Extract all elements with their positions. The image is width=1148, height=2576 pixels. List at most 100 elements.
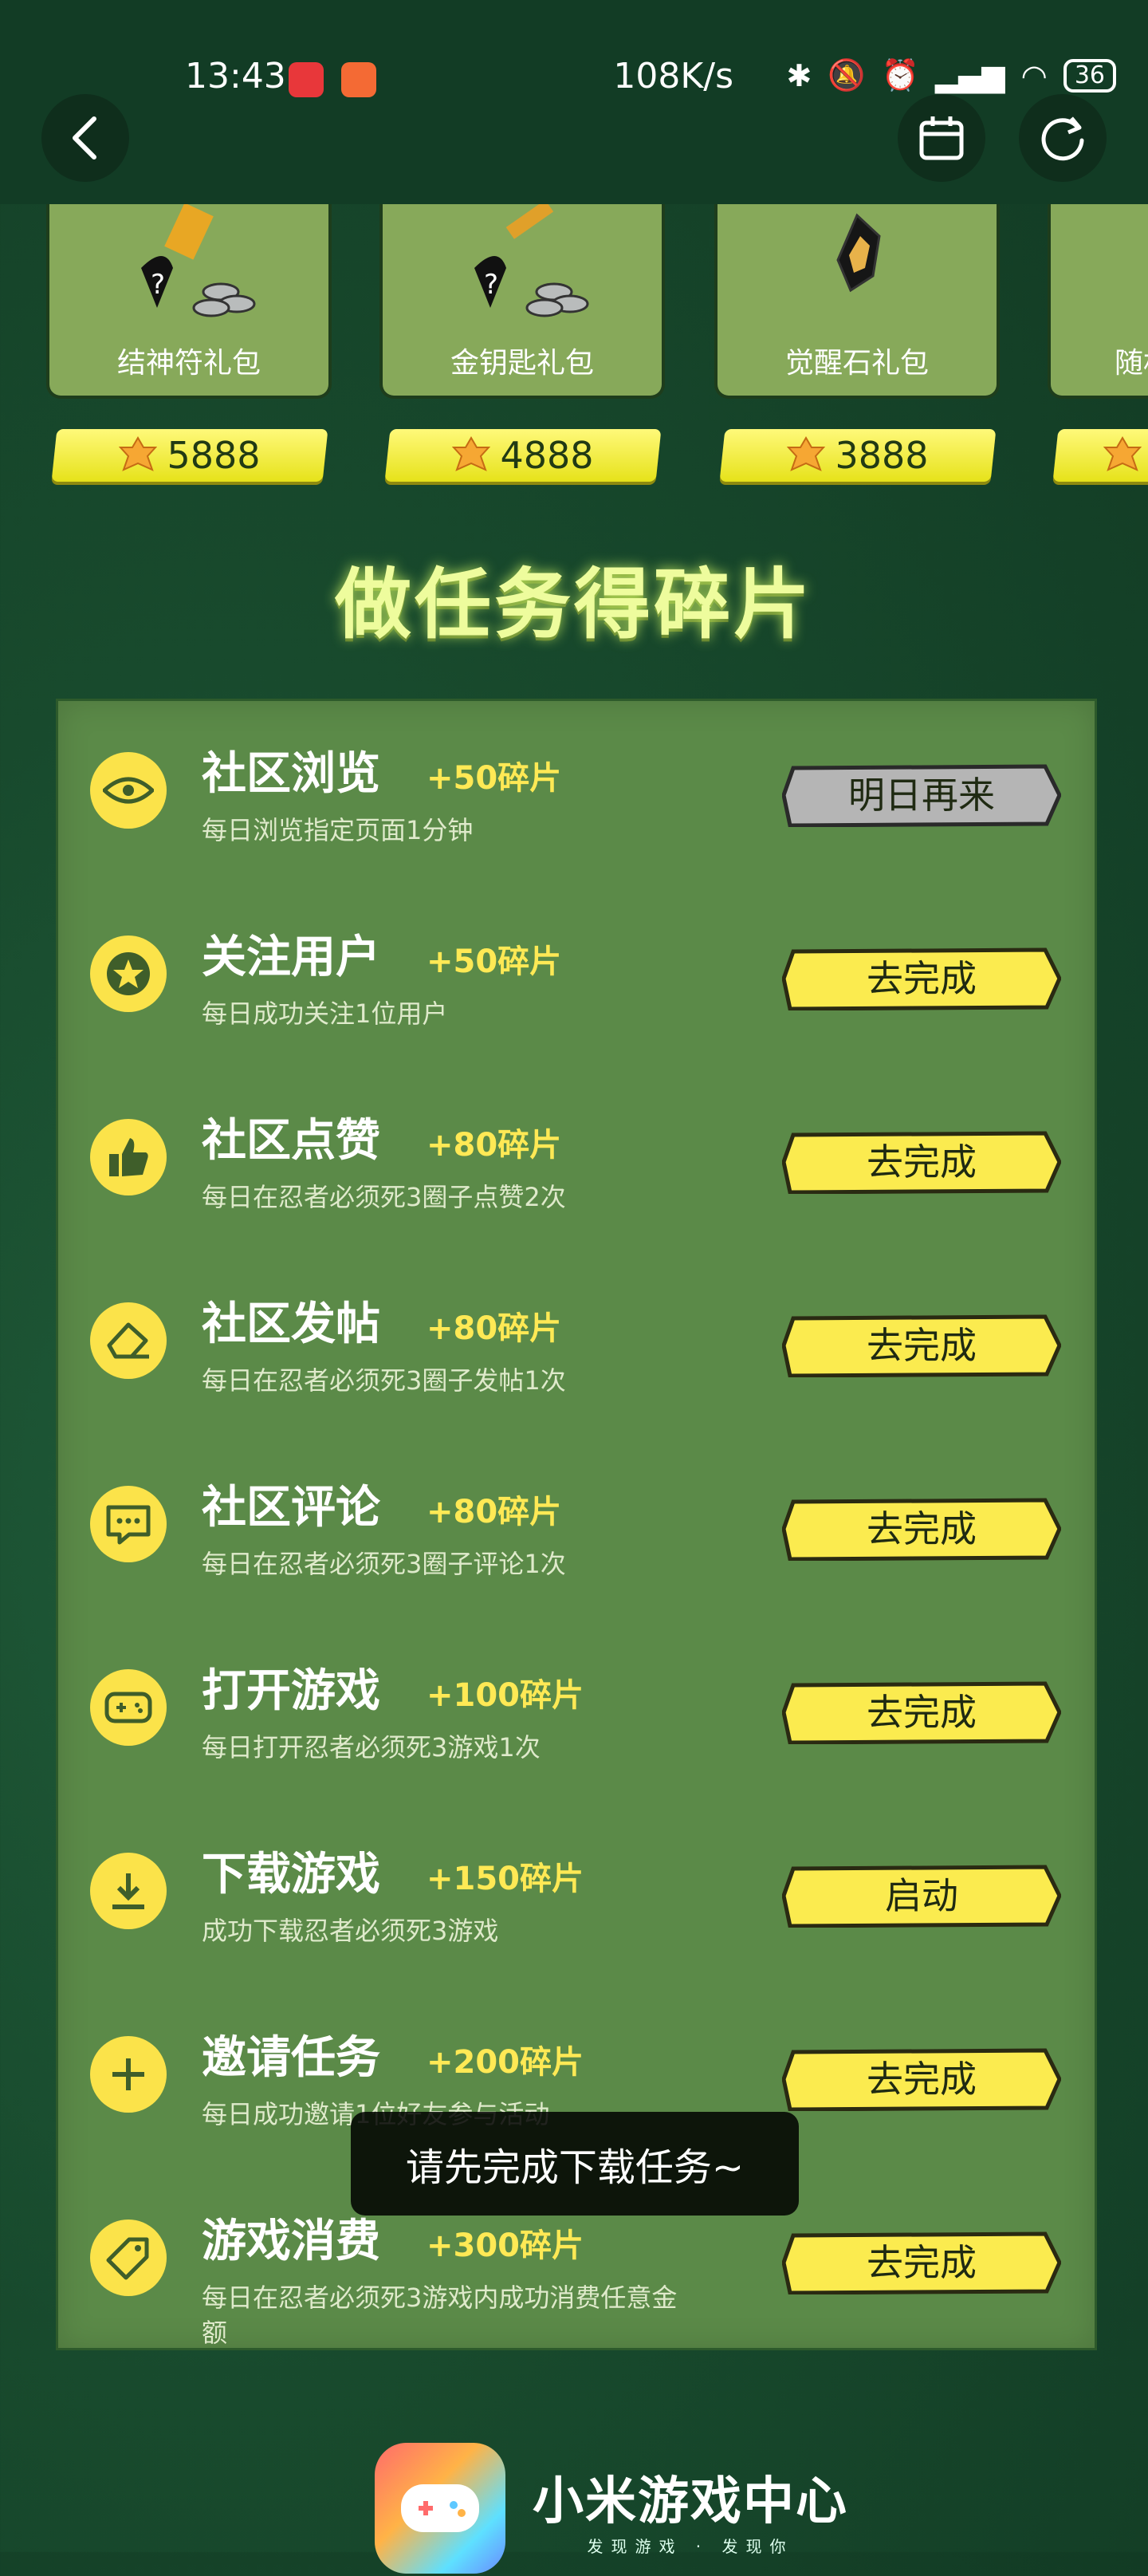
fragment-icon <box>119 436 158 471</box>
task-reward: +80碎片 <box>427 1127 562 1164</box>
task-action-button[interactable]: 去完成 <box>782 1497 1061 1561</box>
task-reward: +100碎片 <box>427 1677 584 1714</box>
task-row: 社区评论 +80碎片 每日在忍者必须死3圈子评论1次 去完成 <box>58 1435 1095 1618</box>
task-action-label: 去完成 <box>867 2241 977 2284</box>
gift-price: 3888 <box>835 434 929 477</box>
task-title: 邀请任务 <box>202 2032 380 2084</box>
chevron-left-icon <box>73 116 96 160</box>
gift-name: 随机礼包 <box>1115 347 1148 380</box>
task-action-label: 去完成 <box>867 1691 977 1734</box>
task-action-button[interactable]: 去完成 <box>782 1680 1061 1744</box>
task-description: 每日打开忍者必须死3游戏1次 <box>202 1732 541 1763</box>
eraser-icon <box>90 1302 167 1379</box>
task-row: 打开游戏 +100碎片 每日打开忍者必须死3游戏1次 去完成 <box>58 1618 1095 1802</box>
download-icon <box>90 1853 167 1929</box>
task-action-label: 启动 <box>885 1874 958 1917</box>
task-action-label: 去完成 <box>867 1507 977 1550</box>
task-description: 每日在忍者必须死3圈子评论1次 <box>202 1549 566 1579</box>
task-description: 每日在忍者必须死3游戏内成功消费任意金额 <box>202 2283 678 2348</box>
task-row: 社区浏览 +50碎片 每日浏览指定页面1分钟 明日再来 <box>58 701 1095 884</box>
status-bar: 13:43 108K/s ✱ 🔕 ⏰ ▂▄▆ ◠ 36 <box>0 48 1148 112</box>
calendar-icon <box>919 116 964 160</box>
status-time: 13:43 <box>185 56 286 97</box>
gift-price-tag: 2888 <box>1052 429 1148 482</box>
task-title: 下载游戏 <box>202 1849 380 1900</box>
battery-indicator: 36 <box>1063 58 1116 93</box>
task-reward: +300碎片 <box>427 2227 584 2264</box>
toast-message: 请先完成下载任务~ <box>351 2112 799 2216</box>
gift-item[interactable]: ? 结神符礼包 5888 <box>46 204 332 482</box>
mute-icon: 🔕 <box>828 57 866 93</box>
top-bar: 13:43 108K/s ✱ 🔕 ⏰ ▂▄▆ ◠ 36 <box>0 0 1148 204</box>
task-panel: 社区浏览 +50碎片 每日浏览指定页面1分钟 明日再来 关注用户 +50碎片 每… <box>56 699 1097 2350</box>
task-reward: +80碎片 <box>427 1310 562 1347</box>
task-action-button[interactable]: 去完成 <box>782 947 1061 1010</box>
tag-icon <box>90 2220 167 2296</box>
gift-item[interactable]: 随机礼包 2888 <box>1048 204 1148 482</box>
refresh-icon <box>1041 116 1084 161</box>
brand-slogan: 发现游戏 · 发现你 <box>587 2536 794 2556</box>
gift-name: 觉醒石礼包 <box>784 347 929 380</box>
gift-item[interactable]: 觉醒石礼包 3888 <box>714 204 1000 482</box>
task-description: 每日在忍者必须死3圈子点赞2次 <box>202 1182 566 1212</box>
plus-icon <box>90 2036 167 2113</box>
netease-app-icon <box>289 62 324 97</box>
gift-price: 5888 <box>167 434 261 477</box>
gift-price: 4888 <box>500 434 594 477</box>
gift-name: 金钥匙礼包 <box>450 347 594 380</box>
task-action-label: 明日再来 <box>848 774 995 817</box>
calendar-button[interactable] <box>898 94 985 182</box>
task-title: 社区点赞 <box>202 1115 380 1167</box>
task-action-button[interactable]: 明日再来 <box>782 763 1061 827</box>
gift-name: 结神符礼包 <box>116 347 261 380</box>
task-action-label: 去完成 <box>867 957 977 1000</box>
signal-icon: ▂▄▆ <box>934 57 1005 93</box>
task-row: 下载游戏 +150碎片 成功下载忍者必须死3游戏 启动 <box>58 1802 1095 1985</box>
task-description: 成功下载忍者必须死3游戏 <box>202 1916 499 1946</box>
task-action-label: 去完成 <box>867 1140 977 1184</box>
bluetooth-icon: ✱ <box>786 57 812 93</box>
thumbs-up-icon <box>90 1119 167 1195</box>
task-row: 社区发帖 +80碎片 每日在忍者必须死3圈子发帖1次 去完成 <box>58 1251 1095 1435</box>
task-reward: +200碎片 <box>427 2044 584 2081</box>
gift-image-icon: ? <box>141 204 256 317</box>
gift-item[interactable]: ? 金钥匙礼包 4888 <box>379 204 665 482</box>
fragment-icon <box>452 436 491 471</box>
task-action-label: 去完成 <box>867 1324 977 1367</box>
task-reward: +50碎片 <box>427 943 562 980</box>
task-description: 每日浏览指定页面1分钟 <box>202 815 474 845</box>
task-description: 每日成功关注1位用户 <box>202 998 448 1029</box>
task-action-label: 去完成 <box>867 2058 977 2101</box>
task-action-button[interactable]: 去完成 <box>782 1130 1061 1194</box>
gift-carousel[interactable]: ? 结神符礼包 5888 ? 金钥匙礼包 4888 觉醒石礼包 3888 随 <box>0 204 1148 507</box>
mi-app-icon <box>341 62 376 97</box>
task-row: 关注用户 +50碎片 每日成功关注1位用户 去完成 <box>58 884 1095 1068</box>
comment-icon <box>90 1486 167 1562</box>
task-reward: +50碎片 <box>427 760 562 797</box>
fragment-icon <box>1103 436 1142 471</box>
network-speed: 108K/s <box>613 56 733 97</box>
eye-icon <box>90 752 167 829</box>
task-action-button[interactable]: 启动 <box>782 1864 1061 1928</box>
task-action-button[interactable]: 去完成 <box>782 2231 1061 2294</box>
gamepad-icon <box>90 1669 167 1746</box>
fragment-icon <box>787 436 826 471</box>
svg-text:?: ? <box>151 269 165 301</box>
back-button[interactable] <box>41 94 129 182</box>
refresh-button[interactable] <box>1019 94 1107 182</box>
task-title: 社区评论 <box>202 1482 380 1534</box>
task-action-button[interactable]: 去完成 <box>782 1314 1061 1377</box>
svg-text:?: ? <box>484 269 498 301</box>
game-center-logo-icon <box>375 2443 505 2574</box>
task-action-button[interactable]: 去完成 <box>782 2047 1061 2111</box>
task-title: 游戏消费 <box>202 2216 380 2267</box>
gift-image-icon: ? <box>474 204 589 317</box>
task-row: 社区点赞 +80碎片 每日在忍者必须死3圈子点赞2次 去完成 <box>58 1068 1095 1251</box>
task-reward: +150碎片 <box>427 1861 584 1897</box>
gift-price-tag: 5888 <box>51 429 328 482</box>
task-title: 关注用户 <box>202 932 380 983</box>
task-title: 社区浏览 <box>202 748 380 800</box>
task-title: 打开游戏 <box>202 1665 380 1717</box>
gift-price-tag: 4888 <box>384 429 662 482</box>
alarm-icon: ⏰ <box>881 57 919 93</box>
